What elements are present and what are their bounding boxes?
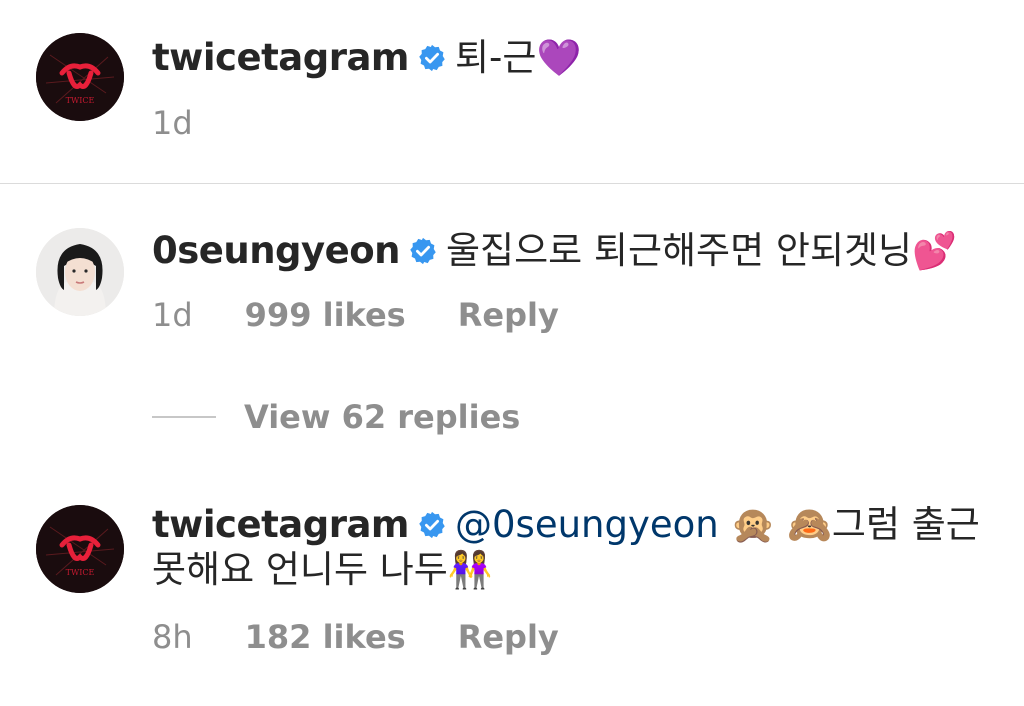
- replies-divider-line: [152, 416, 216, 418]
- username[interactable]: twicetagram: [152, 503, 410, 546]
- avatar[interactable]: TWICE: [36, 505, 124, 593]
- mention-link[interactable]: @0seungyeon: [455, 503, 719, 546]
- verified-badge-icon: [419, 511, 445, 539]
- timestamp: 8h: [152, 618, 193, 656]
- speak-no-evil-monkey-icon: 🙊: [730, 505, 776, 546]
- avatar[interactable]: TWICE: [36, 33, 124, 121]
- comment-text: 울집으로 퇴근해주면 안되겟닝: [446, 229, 913, 272]
- two-hearts-icon: 💕: [912, 231, 957, 272]
- avatar[interactable]: [36, 228, 124, 316]
- see-no-evil-monkey-icon: 🙈: [787, 505, 832, 546]
- reply-meta: 8h 182 likes Reply: [152, 618, 559, 656]
- comment-meta: 1d 999 likes Reply: [152, 296, 559, 334]
- comment-line: 0seungyeon 울집으로 퇴근해주면 안되겟닝💕: [152, 229, 994, 274]
- likes-count[interactable]: 182 likes: [245, 618, 406, 656]
- caption-meta: 1d: [152, 104, 245, 142]
- timestamp: 1d: [152, 296, 193, 334]
- reply-button[interactable]: Reply: [458, 296, 559, 334]
- reply-text-part-1: 그럼 출근: [831, 503, 980, 546]
- caption-text: 퇴-근: [455, 36, 537, 79]
- avatar-logo-text: TWICE: [66, 96, 95, 105]
- view-replies-label: View 62 replies: [244, 398, 521, 436]
- verified-badge-icon: [419, 44, 445, 72]
- twice-logo-icon: TWICE: [36, 33, 124, 121]
- profile-photo-icon: [36, 228, 124, 316]
- reply-button[interactable]: Reply: [458, 618, 559, 656]
- caption-line: twicetagram 퇴-근💜: [152, 36, 994, 81]
- divider: [0, 183, 1024, 184]
- twice-logo-icon: TWICE: [36, 505, 124, 593]
- username[interactable]: twicetagram: [152, 36, 410, 79]
- reply-text-part-2: 못해요 언니두 나두: [152, 548, 448, 591]
- username[interactable]: 0seungyeon: [152, 229, 401, 272]
- timestamp: 1d: [152, 104, 193, 142]
- verified-badge-icon: [410, 237, 436, 265]
- reply-text-block: twicetagram @0seungyeon 🙊 🙈그럼 출근못해요 언니두 나…: [152, 503, 994, 593]
- view-replies-button[interactable]: View 62 replies: [152, 398, 520, 436]
- purple-heart-icon: 💜: [536, 38, 582, 79]
- avatar-logo-text: TWICE: [66, 568, 95, 577]
- women-holding-hands-icon: 👭: [447, 550, 493, 591]
- likes-count[interactable]: 999 likes: [245, 296, 406, 334]
